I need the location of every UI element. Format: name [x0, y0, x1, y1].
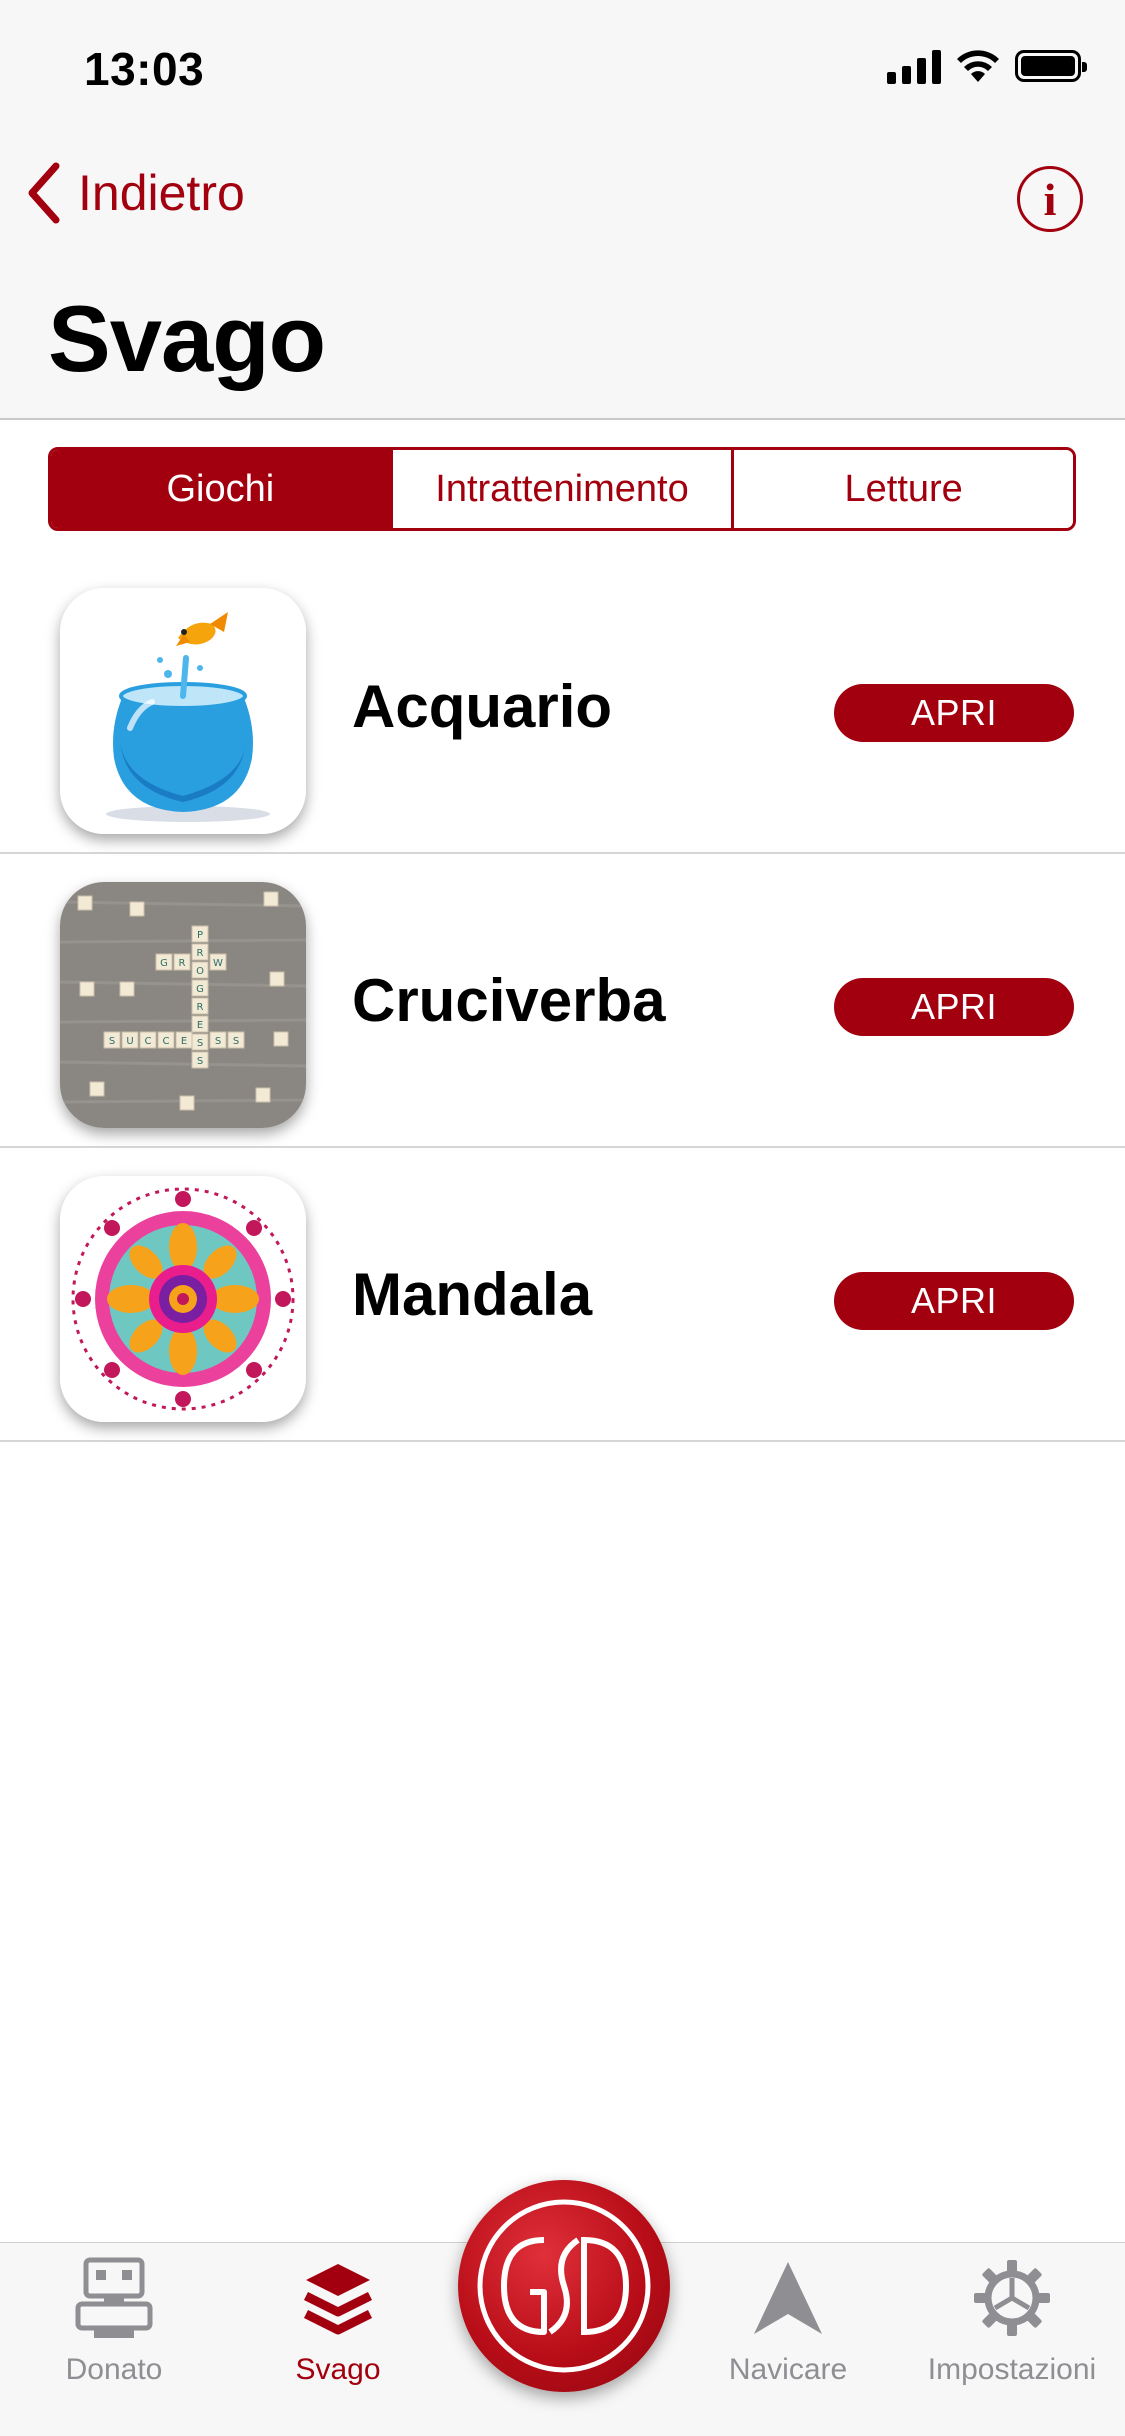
- chevron-left-icon: [28, 162, 60, 224]
- tab-label: Impostazioni: [927, 2353, 1097, 2386]
- games-list: Acquario APRI P R O G R E S S G R W S U …: [0, 560, 1125, 1442]
- segmented-control: Giochi Intrattenimento Letture: [48, 447, 1076, 531]
- svg-text:W: W: [213, 958, 223, 969]
- info-icon: i: [1043, 173, 1057, 225]
- page-title: Svago: [48, 286, 326, 391]
- svg-text:P: P: [197, 930, 203, 941]
- tab-label: Svago: [295, 2353, 381, 2386]
- info-button[interactable]: i: [1017, 166, 1083, 232]
- status-icons: [887, 48, 1087, 84]
- cellular-signal-icon: [887, 48, 941, 84]
- battery-icon: [1015, 50, 1087, 82]
- item-title: Mandala: [352, 1261, 593, 1328]
- svg-text:C: C: [145, 1036, 152, 1047]
- svg-text:G: G: [160, 958, 168, 969]
- tab-label: Navicare: [728, 2353, 848, 2386]
- open-button[interactable]: APRI: [834, 1272, 1074, 1330]
- tab-navicare[interactable]: Navicare: [688, 2253, 888, 2387]
- gsd-logo-button[interactable]: [458, 2180, 670, 2392]
- open-button[interactable]: APRI: [834, 978, 1074, 1036]
- item-title: Cruciverba: [352, 967, 666, 1034]
- mandala-image: [60, 1176, 306, 1422]
- tab-donato[interactable]: Donato: [14, 2253, 214, 2387]
- svg-text:S: S: [215, 1036, 221, 1047]
- svg-text:R: R: [197, 948, 204, 959]
- tab-svago[interactable]: Svago: [238, 2253, 438, 2387]
- tab-impostazioni[interactable]: Impostazioni: [912, 2253, 1112, 2387]
- svg-text:G: G: [196, 984, 204, 995]
- svg-text:E: E: [181, 1036, 187, 1047]
- back-button[interactable]: Indietro: [24, 160, 245, 226]
- svg-text:R: R: [197, 1002, 204, 1013]
- status-time: 13:03: [84, 43, 205, 95]
- open-button[interactable]: APRI: [834, 684, 1074, 742]
- segment-intrattenimento[interactable]: Intrattenimento: [389, 450, 732, 528]
- gear-icon: [967, 2253, 1057, 2343]
- svg-text:O: O: [196, 966, 204, 977]
- robot-icon: [69, 2253, 159, 2343]
- segment-letture[interactable]: Letture: [731, 450, 1073, 528]
- back-label: Indietro: [78, 165, 245, 221]
- layers-icon: [293, 2253, 383, 2343]
- tab-label: Donato: [65, 2353, 163, 2386]
- navigate-icon: [743, 2253, 833, 2343]
- list-item-cruciverba[interactable]: PRO GRE SS GRW SUC CES S Cruciverba APRI: [0, 854, 1125, 1148]
- item-title: Acquario: [352, 673, 613, 740]
- svg-text:C: C: [163, 1036, 170, 1047]
- screen: 13:03 Indietro i Svago Giochi Intratteni…: [0, 0, 1125, 2436]
- svg-text:U: U: [126, 1036, 133, 1047]
- fishbowl-image: [60, 588, 306, 834]
- scrabble-tiles-image: PRO GRE SS GRW SUC CES S: [60, 882, 306, 1128]
- svg-text:S: S: [197, 1056, 203, 1067]
- svg-text:S: S: [109, 1036, 115, 1047]
- svg-text:S: S: [233, 1036, 239, 1047]
- list-item-acquario[interactable]: Acquario APRI: [0, 560, 1125, 854]
- svg-text:S: S: [197, 1038, 203, 1049]
- svg-text:E: E: [197, 1020, 203, 1031]
- gsd-logo: [477, 2199, 651, 2373]
- wifi-icon: [957, 50, 999, 82]
- segment-giochi[interactable]: Giochi: [51, 450, 390, 528]
- svg-text:R: R: [179, 958, 186, 969]
- list-item-mandala[interactable]: Mandala APRI: [0, 1148, 1125, 1442]
